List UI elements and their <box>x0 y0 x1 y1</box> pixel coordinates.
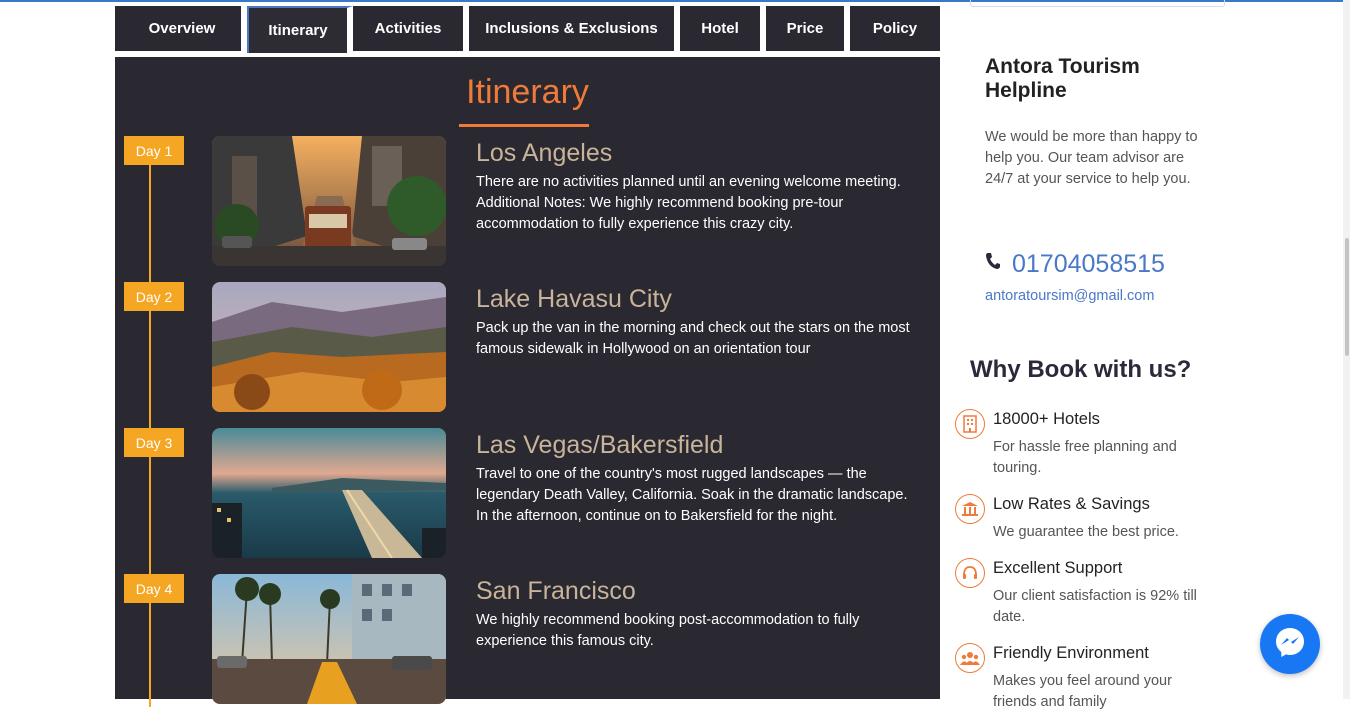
day-description: Pack up the van in the morning and check… <box>476 320 910 357</box>
day-badge: Day 3 <box>124 428 184 457</box>
feature-title: Excellent Support <box>993 559 1123 577</box>
day-description: Travel to one of the country's most rugg… <box>476 466 908 524</box>
headset-icon <box>955 558 985 588</box>
feature-description: Our client satisfaction is 92% till date… <box>993 588 1197 625</box>
messenger-icon <box>1273 625 1307 664</box>
feature-description: For hassle free planning and touring. <box>993 439 1177 476</box>
day-image-las-vegas-bakersfield <box>212 428 446 558</box>
day-description: There are no activities planned until an… <box>476 174 901 232</box>
day-image-lake-havasu <box>212 282 446 412</box>
helpline-email-link[interactable]: antoratoursim@gmail.com <box>985 288 1154 304</box>
users-icon <box>955 643 985 673</box>
itinerary-panel: Itinerary Day 1 Los Angeles There are no… <box>115 57 940 707</box>
tab-policy[interactable]: Policy <box>850 6 940 51</box>
phone-icon <box>985 252 1001 270</box>
bank-icon <box>955 494 985 524</box>
tab-activities[interactable]: Activities <box>353 6 469 51</box>
day-title: Las Vegas/Bakersfield <box>476 431 724 459</box>
tab-price[interactable]: Price <box>766 6 850 51</box>
why-book-title: Why Book with us? <box>970 356 1192 383</box>
day-title: Los Angeles <box>476 139 613 167</box>
page-scrollbar-thumb[interactable] <box>1345 238 1349 356</box>
tab-inclusions-exclusions[interactable]: Inclusions & Exclusions <box>469 6 680 51</box>
helpline-text: We would be more than happy to help you.… <box>985 129 1198 187</box>
feature-title: Friendly Environment <box>993 644 1149 662</box>
feature-description: Makes you feel around your friends and f… <box>993 673 1172 710</box>
day-badge: Day 1 <box>124 136 184 165</box>
day-badge: Day 4 <box>124 574 184 603</box>
day-title: Lake Havasu City <box>476 285 672 313</box>
feature-title: 18000+ Hotels <box>993 410 1100 428</box>
tab-itinerary[interactable]: Itinerary <box>247 6 353 53</box>
day-image-san-francisco <box>212 574 446 704</box>
sidebar-search-box[interactable] <box>970 0 1225 7</box>
day-title: San Francisco <box>476 577 636 605</box>
feature-title: Low Rates & Savings <box>993 495 1150 513</box>
tour-tabs: Overview Itinerary Activities Inclusions… <box>115 6 940 53</box>
hotel-building-icon <box>955 409 985 439</box>
day-image-los-angeles <box>212 136 446 266</box>
feature-description: We guarantee the best price. <box>993 524 1179 540</box>
tab-overview[interactable]: Overview <box>123 6 247 51</box>
heading-underline <box>459 124 589 127</box>
helpline-phone-link[interactable]: 01704058515 <box>1012 250 1165 279</box>
day-description: We highly recommend booking post-accommo… <box>476 612 860 649</box>
helpline-title: Antora Tourism Helpline <box>985 55 1140 102</box>
tab-hotel[interactable]: Hotel <box>680 6 766 51</box>
messenger-chat-button[interactable] <box>1260 614 1320 674</box>
day-badge: Day 2 <box>124 282 184 311</box>
itinerary-heading: Itinerary <box>466 73 589 111</box>
